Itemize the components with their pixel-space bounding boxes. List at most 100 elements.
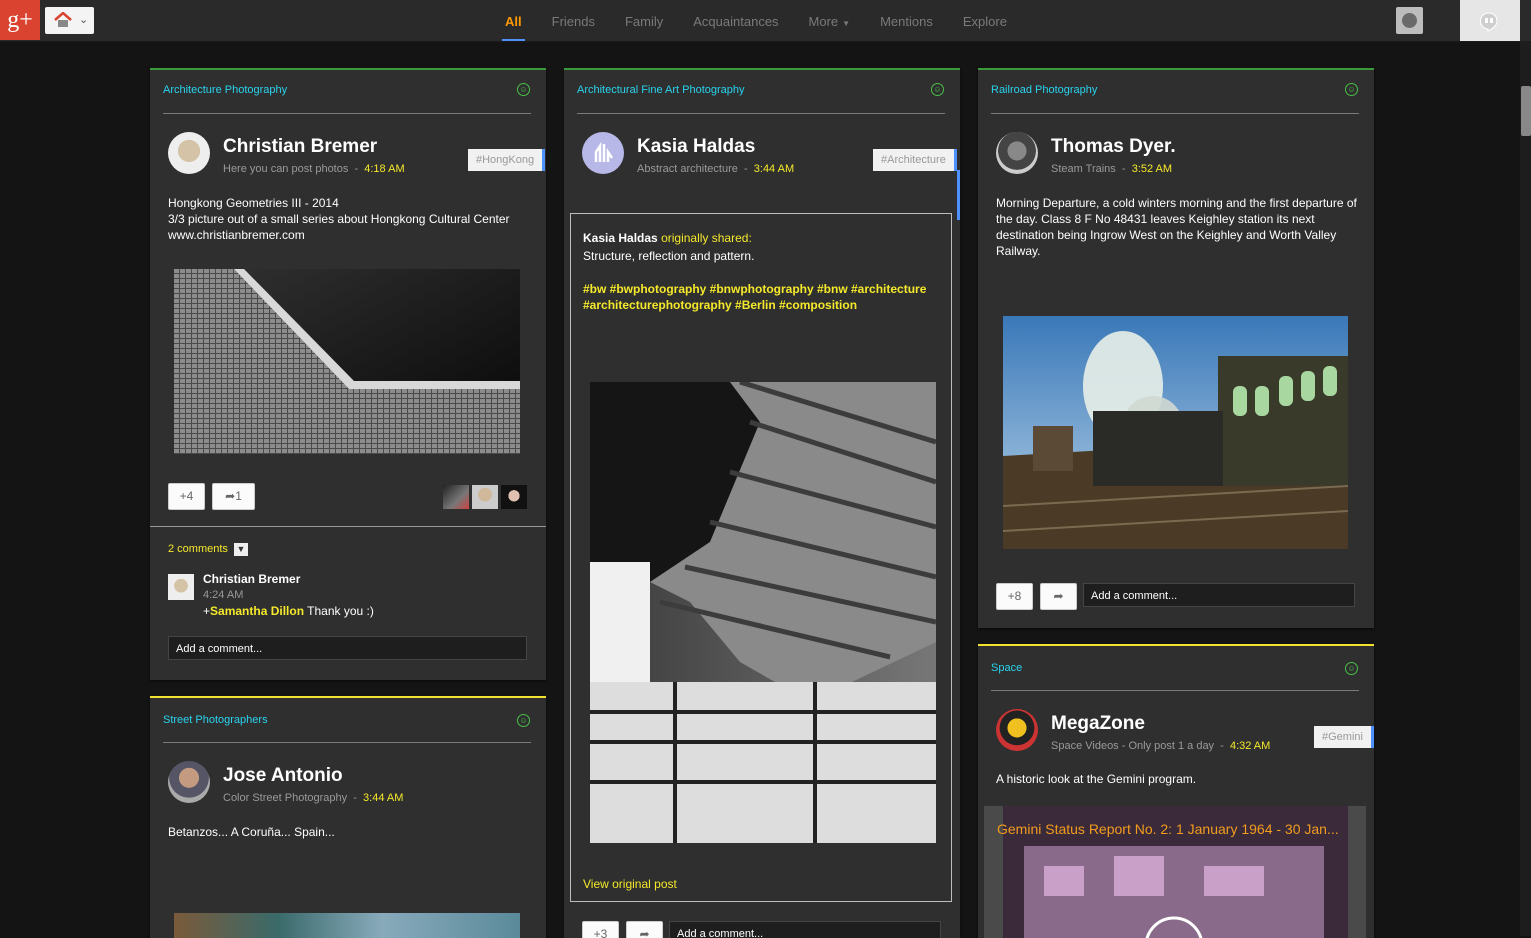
author-name[interactable]: Jose Antonio — [223, 765, 343, 787]
post-time[interactable]: 3:44 AM — [754, 163, 794, 175]
tab-family[interactable]: Family — [610, 0, 678, 41]
plus-one-button[interactable]: +4 — [168, 483, 205, 510]
post-text-line: Railway. — [996, 244, 1041, 258]
hashtag-chip[interactable]: #HongKong — [468, 149, 546, 171]
post-category[interactable]: Space Videos - Only post 1 a day — [1051, 740, 1214, 752]
post-card: Architecture Photography ☺ Christian Bre… — [150, 68, 546, 680]
community-name[interactable]: Architecture Photography — [163, 84, 287, 96]
author-name[interactable]: Christian Bremer — [223, 136, 377, 158]
mention-link[interactable]: Samantha Dillon — [210, 604, 304, 618]
post-text: A historic look at the Gemini program. — [996, 772, 1197, 786]
avatar[interactable] — [582, 132, 624, 174]
reshare-box: Kasia Haldas originally shared: Structur… — [570, 213, 952, 902]
video-player[interactable]: Gemini Status Report No. 2: 1 January 19… — [984, 806, 1366, 938]
author-name[interactable]: Thomas Dyer. — [1051, 136, 1176, 158]
reshare-hashtags[interactable]: #bw #bwphotography #bnwphotography #bnw … — [583, 281, 926, 313]
post-category[interactable]: Here you can post photos — [223, 163, 348, 175]
divider — [150, 526, 546, 527]
post-text-line: Hongkong Geometries III - 2014 — [168, 196, 339, 210]
plus-one-button[interactable]: +8 — [996, 583, 1033, 610]
post-category[interactable]: Steam Trains — [1051, 163, 1116, 175]
post-text: Morning Departure, a cold winters mornin… — [996, 195, 1357, 259]
avatar[interactable] — [168, 761, 210, 803]
hangouts-icon — [1480, 12, 1498, 32]
smile-icon[interactable]: ☺ — [1345, 662, 1358, 675]
community-name[interactable]: Railroad Photography — [991, 84, 1097, 96]
add-comment-input[interactable]: Add a comment... — [1083, 583, 1355, 607]
tab-friends[interactable]: Friends — [537, 0, 610, 41]
page-scrollbar[interactable] — [1520, 41, 1531, 936]
smile-icon[interactable]: ☺ — [1345, 83, 1358, 96]
commenter-avatar[interactable] — [168, 574, 194, 600]
hashtag-chip[interactable]: #Architecture — [873, 149, 957, 171]
post-text: Hongkong Geometries III - 2014 3/3 pictu… — [168, 195, 510, 243]
notifications-button[interactable] — [1396, 7, 1423, 34]
post-card: Street Photographers ☺ Jose Antonio Colo… — [150, 696, 546, 938]
avatar[interactable] — [168, 132, 210, 174]
staircase-photo-graphic — [590, 382, 936, 843]
hashtag-line[interactable]: #bw #bwphotography #bnwphotography #bnw … — [583, 281, 926, 297]
tab-more[interactable]: More ▼ — [794, 0, 866, 41]
post-category[interactable]: Color Street Photography — [223, 792, 347, 804]
divider — [163, 113, 531, 114]
comment-body: Thank you :) — [304, 604, 374, 618]
reshare-text: Structure, reflection and pattern. — [583, 249, 755, 263]
smile-icon[interactable]: ☺ — [931, 83, 944, 96]
divider — [163, 742, 531, 743]
plusoner-avatar[interactable] — [472, 485, 498, 509]
post-link[interactable]: www.christianbremer.com — [168, 227, 510, 243]
share-button[interactable]: ➦ — [1040, 583, 1077, 610]
tab-acquaintances[interactable]: Acquaintances — [678, 0, 793, 41]
plusoner-avatar[interactable] — [443, 485, 469, 509]
commenter-name[interactable]: Christian Bremer — [203, 572, 300, 586]
post-time[interactable]: 3:52 AM — [1132, 163, 1172, 175]
share-button[interactable]: ➦1 — [212, 483, 255, 510]
hangouts-button[interactable] — [1460, 0, 1520, 41]
comments-count: 2 comments — [168, 543, 228, 555]
post-time[interactable]: 3:44 AM — [363, 792, 403, 804]
tab-mentions[interactable]: Mentions — [865, 0, 948, 41]
post-time[interactable]: 4:18 AM — [364, 163, 404, 175]
post-meta: Space Videos - Only post 1 a day - 4:32 … — [1051, 740, 1271, 752]
community-name[interactable]: Architectural Fine Art Photography — [577, 84, 745, 96]
post-photo[interactable] — [590, 382, 936, 843]
video-title[interactable]: Gemini Status Report No. 2: 1 January 19… — [997, 821, 1339, 837]
hashtag-line[interactable]: #architecturephotography #Berlin #compos… — [583, 297, 926, 313]
post-text-line: the day. Class 8 F No 48431 leaves Keigh… — [996, 212, 1315, 226]
author-name[interactable]: MegaZone — [1051, 713, 1145, 735]
avatar[interactable] — [996, 709, 1038, 751]
home-menu-button[interactable]: ⌄ — [45, 7, 94, 34]
avatar[interactable] — [996, 132, 1038, 174]
scrollbar-thumb[interactable] — [1521, 86, 1531, 136]
chevron-down-icon: ▼ — [842, 19, 851, 28]
add-comment-input[interactable]: Add a comment... — [168, 636, 527, 660]
community-name[interactable]: Space — [991, 662, 1022, 674]
stream-tabs: All Friends Family Acquaintances More ▼ M… — [490, 0, 1022, 41]
tab-explore[interactable]: Explore — [948, 0, 1022, 41]
smile-icon[interactable]: ☺ — [517, 714, 530, 727]
original-author[interactable]: Kasia Haldas — [583, 231, 658, 245]
share-icon: ➦ — [639, 927, 650, 938]
post-time[interactable]: 4:32 AM — [1230, 740, 1270, 752]
chevron-down-icon: ⌄ — [79, 14, 89, 26]
post-photo[interactable] — [1003, 316, 1348, 549]
post-category[interactable]: Abstract architecture — [637, 163, 738, 175]
post-photo[interactable] — [174, 269, 520, 454]
smile-icon[interactable]: ☺ — [517, 83, 530, 96]
post-photo[interactable] — [174, 913, 520, 938]
comment-time: 4:24 AM — [203, 589, 244, 601]
building-photo-graphic — [174, 269, 520, 454]
post-text: Betanzos... A Coruña... Spain... — [168, 825, 335, 839]
post-card: Railroad Photography ☺ Thomas Dyer. Stea… — [978, 68, 1374, 628]
community-name[interactable]: Street Photographers — [163, 714, 268, 726]
tab-all[interactable]: All — [490, 0, 537, 41]
google-plus-logo[interactable]: g+ — [0, 0, 40, 40]
share-button[interactable]: ➦ — [626, 921, 663, 938]
hashtag-chip[interactable]: #Gemini — [1314, 726, 1374, 748]
author-name[interactable]: Kasia Haldas — [637, 136, 755, 158]
comments-toggle[interactable]: 2 comments ▼ — [168, 543, 248, 556]
plusoner-avatar[interactable] — [501, 485, 527, 509]
plus-one-button[interactable]: +3 — [582, 921, 619, 938]
add-comment-input[interactable]: Add a comment... — [669, 921, 941, 938]
view-original-link[interactable]: View original post — [583, 877, 677, 891]
